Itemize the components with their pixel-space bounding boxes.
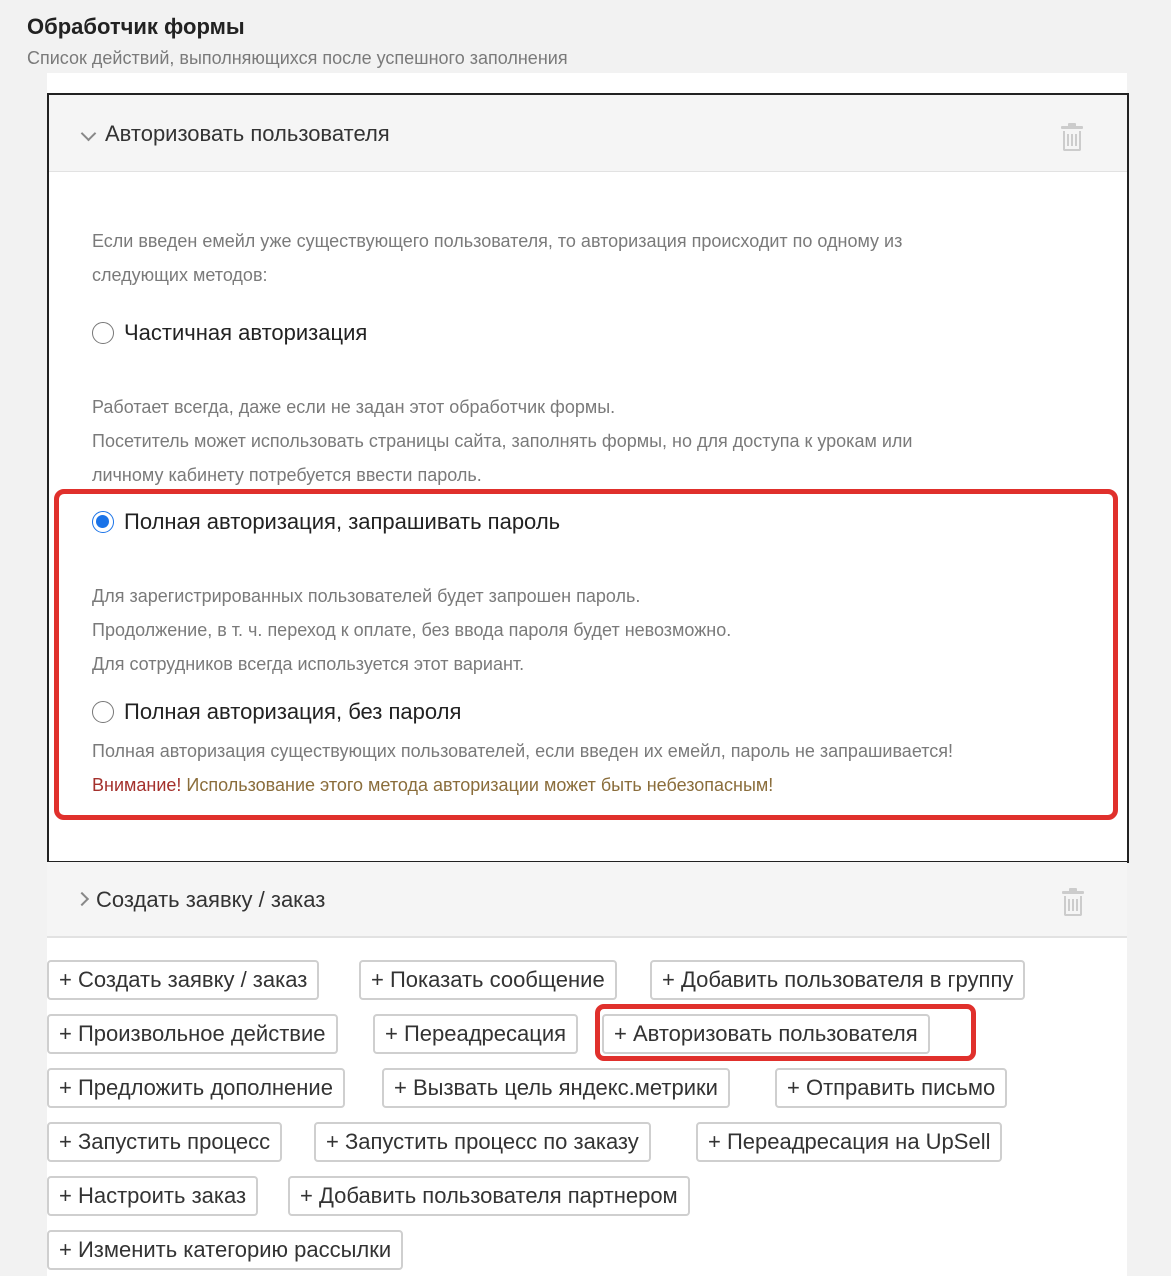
chevron-down-icon[interactable] (80, 125, 97, 142)
handler-create-order[interactable]: Создать заявку / заказ (47, 862, 1127, 938)
option-desc: личному кабинету потребуется ввести паро… (92, 465, 482, 485)
intro-text-line2: следующих методов: (92, 265, 268, 285)
add-redirect-button[interactable]: + Переадресация (373, 1014, 579, 1054)
option-desc: Работает всегда, даже если не задан этот… (92, 397, 616, 417)
add-user-to-group-button[interactable]: + Добавить пользователя в группу (650, 960, 1026, 1000)
add-send-email-button[interactable]: + Отправить письмо (775, 1068, 1008, 1108)
page-title: Обработчик формы (27, 14, 245, 39)
handler-authorize-user: Авторизовать пользователя Если введен ем… (47, 93, 1129, 863)
add-show-message-button[interactable]: + Показать сообщение (359, 960, 617, 1000)
add-partner-user-button[interactable]: + Добавить пользователя партнером (288, 1176, 690, 1216)
button-highlight-box (595, 1004, 976, 1061)
trash-icon[interactable] (1062, 888, 1084, 916)
intro-text-line1: Если введен емейл уже существующего поль… (92, 231, 903, 251)
handler-header[interactable]: Авторизовать пользователя (49, 95, 1127, 172)
add-start-process-button[interactable]: + Запустить процесс (47, 1122, 283, 1162)
add-start-order-process-button[interactable]: + Запустить процесс по заказу (314, 1122, 651, 1162)
handler-title[interactable]: Создать заявку / заказ (96, 887, 325, 913)
page-subtitle: Список действий, выполняющихся после усп… (27, 48, 568, 68)
trash-icon[interactable] (1061, 123, 1083, 151)
handler-title[interactable]: Авторизовать пользователя (105, 121, 390, 147)
add-yandex-goal-button[interactable]: + Вызвать цель яндекс.метрики (382, 1068, 730, 1108)
option-label[interactable]: Частичная авторизация (124, 320, 367, 346)
add-create-order-button[interactable]: + Создать заявку / заказ (47, 960, 320, 1000)
highlight-box (54, 489, 1118, 820)
add-offer-addon-button[interactable]: + Предложить дополнение (47, 1068, 345, 1108)
chevron-right-icon[interactable] (74, 891, 90, 907)
add-custom-action-button[interactable]: + Произвольное действие (47, 1014, 338, 1054)
add-change-mailing-category-button[interactable]: + Изменить категорию рассылки (47, 1230, 404, 1270)
radio-partial-auth[interactable] (92, 322, 114, 344)
add-configure-order-button[interactable]: + Настроить заказ (47, 1176, 259, 1216)
option-desc: Посетитель может использовать страницы с… (92, 431, 913, 451)
add-upsell-redirect-button[interactable]: + Переадресация на UpSell (696, 1122, 1003, 1162)
